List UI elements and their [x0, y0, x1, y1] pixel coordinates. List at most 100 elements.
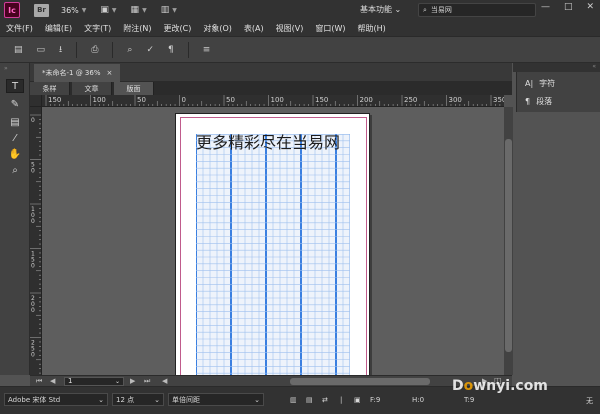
- workspace-switcher[interactable]: 基本功能 ⌄: [360, 4, 401, 15]
- vertical-scroll-thumb[interactable]: [505, 139, 512, 352]
- ruler-origin[interactable]: [30, 95, 42, 107]
- ruler-label: 150: [315, 96, 328, 104]
- frame-text[interactable]: 更多精彩尽在当易网: [196, 134, 356, 151]
- story-info-icon[interactable]: ▥: [290, 396, 297, 404]
- collapse-toolbar-icon[interactable]: »: [4, 65, 8, 72]
- menu-file[interactable]: 文件(F): [6, 23, 33, 34]
- menu-edit[interactable]: 编辑(E): [45, 23, 72, 34]
- zoom-dropdown-icon[interactable]: ▼: [82, 7, 87, 14]
- menu-changes[interactable]: 更改(C): [164, 23, 192, 34]
- ruler-label: 300: [449, 96, 462, 104]
- panel-paragraph-label: 段落: [536, 97, 553, 106]
- spellcheck-icon[interactable]: ✓: [146, 45, 154, 55]
- font-family-field[interactable]: Adobe 宋体 Std ⌄: [4, 393, 108, 406]
- ruler-label: 150: [48, 96, 61, 104]
- frame-grid[interactable]: [196, 134, 350, 380]
- ruler-label: 0: [31, 263, 35, 270]
- leading-dropdown-icon[interactable]: ⌄: [254, 396, 260, 404]
- panel-menu-icon[interactable]: ≡: [203, 45, 211, 55]
- scroll-left-icon[interactable]: ◀: [162, 377, 167, 385]
- vertical-ruler-ticks: 050100150200250: [30, 114, 41, 374]
- document-tab-bar: *未命名-1 @ 36% ×: [30, 63, 512, 82]
- ruler-label: 0: [182, 96, 186, 104]
- new-document-icon[interactable]: ▤: [14, 45, 23, 55]
- frame-grid-w-value: 无: [586, 397, 593, 405]
- arrange-documents-icon[interactable]: ▥: [161, 5, 170, 15]
- track-changes-icon[interactable]: ▣: [354, 396, 361, 404]
- font-family-dropdown-icon[interactable]: ⌄: [98, 396, 104, 404]
- menu-bar: 文件(F) 编辑(E) 文字(T) 附注(N) 更改(C) 对象(O) 表(A)…: [0, 20, 600, 37]
- view-options-icon[interactable]: ▦: [131, 5, 140, 15]
- panel-character[interactable]: A| 字符: [525, 78, 555, 89]
- last-page-icon[interactable]: ⏭: [144, 377, 150, 386]
- maximize-icon[interactable]: □: [564, 2, 573, 12]
- ruler-label: 350: [493, 96, 504, 104]
- document-page[interactable]: 更多精彩尽在当易网: [175, 113, 370, 382]
- vertical-ruler[interactable]: 050100150200250: [30, 107, 42, 375]
- frame-grid-h-count: H:0: [412, 396, 425, 404]
- menu-window[interactable]: 窗口(W): [315, 23, 345, 34]
- view-mode-tabs: 条样 文章 版面: [30, 82, 512, 95]
- expand-panels-icon[interactable]: «: [592, 63, 596, 70]
- eyedropper-icon[interactable]: ⁄: [6, 131, 24, 145]
- document-tab[interactable]: *未命名-1 @ 36% ×: [34, 64, 121, 82]
- tab-story[interactable]: 文章: [72, 82, 112, 95]
- font-size-dropdown-icon[interactable]: ⌄: [154, 396, 160, 404]
- tab-galley[interactable]: 条样: [30, 82, 70, 95]
- find-icon[interactable]: ⌕: [127, 45, 132, 55]
- divider-icon: |: [340, 396, 343, 404]
- previous-page-icon[interactable]: ◀: [50, 377, 55, 385]
- font-family-value: Adobe 宋体 Std: [8, 395, 61, 404]
- ruler-label: 0: [31, 307, 35, 314]
- leading-field[interactable]: 单倍间距 ⌄: [168, 393, 264, 406]
- save-icon[interactable]: ⭳: [59, 42, 62, 58]
- horizontal-ruler[interactable]: 150 100 50 0 50 100 150 200 250 300 350: [42, 95, 504, 107]
- type-tool-icon[interactable]: T: [6, 79, 24, 93]
- open-folder-icon[interactable]: ▭: [37, 45, 46, 55]
- menu-table[interactable]: 表(A): [244, 23, 264, 34]
- tab-layout[interactable]: 版面: [114, 82, 154, 95]
- font-size-field[interactable]: 12 点 ⌄: [112, 393, 164, 406]
- page-dropdown-icon[interactable]: ⌄: [115, 378, 120, 385]
- divider: [76, 41, 78, 58]
- print-icon[interactable]: ⎙: [91, 45, 98, 55]
- menu-object[interactable]: 对象(O): [203, 23, 232, 34]
- ruler-label: 100: [271, 96, 284, 104]
- divider: [187, 41, 189, 58]
- menu-view[interactable]: 视图(V): [276, 23, 304, 34]
- page-navigation-bar: ⏮ ◀ 1 ⌄ ▶ ⏭ ◀ ▶ ◫: [30, 375, 512, 386]
- close-tab-icon[interactable]: ×: [107, 69, 113, 77]
- zoom-tool-icon[interactable]: ⌕: [6, 163, 24, 177]
- paragraph-mark-icon[interactable]: ¶: [168, 45, 174, 55]
- hand-tool-icon[interactable]: ✋: [6, 147, 24, 161]
- view-options-dropdown-icon[interactable]: ▼: [142, 7, 147, 14]
- watermark-part-2: o: [463, 378, 474, 394]
- note-tool-icon[interactable]: ✎: [6, 97, 24, 111]
- pasteboard[interactable]: 更多精彩尽在当易网: [42, 107, 504, 382]
- character-icon: A|: [525, 79, 534, 88]
- wrap-icon[interactable]: ⇄: [322, 396, 328, 404]
- divider: [112, 41, 114, 58]
- menu-help[interactable]: 帮助(H): [357, 23, 385, 34]
- horizontal-scroll-thumb[interactable]: [290, 378, 430, 385]
- first-page-icon[interactable]: ⏮: [36, 377, 42, 386]
- bridge-icon[interactable]: Br: [34, 3, 49, 17]
- arrange-dropdown-icon[interactable]: ▼: [172, 7, 177, 14]
- screen-mode-dropdown-icon[interactable]: ▼: [112, 7, 117, 14]
- minimize-icon[interactable]: —: [541, 2, 550, 12]
- next-page-icon[interactable]: ▶: [130, 377, 135, 385]
- page-number-field[interactable]: 1 ⌄: [64, 377, 124, 386]
- watermark-part-1: D: [452, 378, 464, 394]
- ruler-label: 0: [31, 168, 35, 175]
- menu-notes[interactable]: 附注(N): [123, 23, 151, 34]
- vertical-scrollbar[interactable]: [504, 107, 513, 375]
- menu-type[interactable]: 文字(T): [84, 23, 111, 34]
- search-field[interactable]: ⌕ 当易网: [418, 3, 536, 17]
- baseline-grid-icon[interactable]: ▤: [306, 396, 313, 404]
- screen-mode-icon[interactable]: ▣: [100, 5, 109, 15]
- close-icon[interactable]: ✕: [586, 2, 594, 12]
- horizontal-ruler-ticks: 150 100 50 0 50 100 150 200 250 300 350: [45, 95, 504, 106]
- zoom-level[interactable]: 36%: [61, 6, 79, 15]
- panel-paragraph[interactable]: ¶ 段落: [525, 96, 552, 107]
- note-list-icon[interactable]: ▤: [6, 115, 24, 129]
